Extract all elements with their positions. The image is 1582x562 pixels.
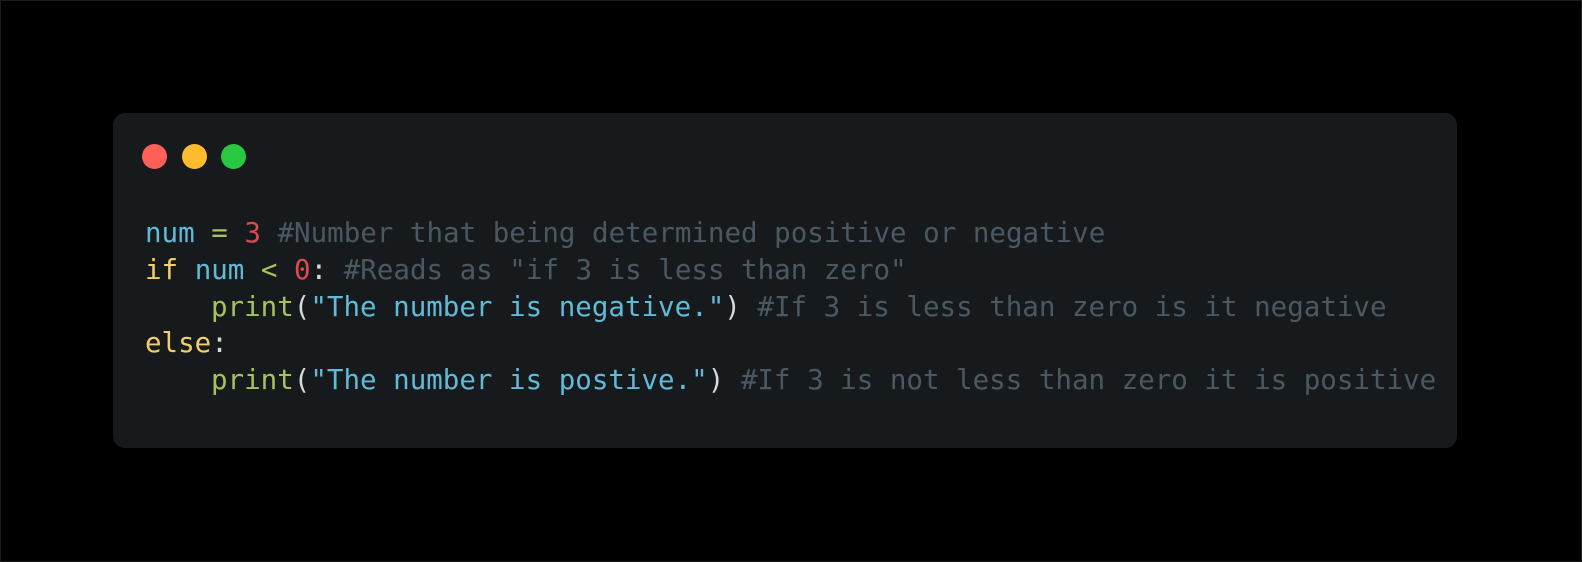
token-keyword: if: [145, 253, 179, 286]
token-punctuation: (: [293, 364, 311, 397]
token-punctuation: :: [211, 327, 228, 360]
screenshot-frame: num = 3 #Number that being determined po…: [0, 0, 1582, 562]
token-punctuation: :: [310, 253, 328, 286]
token-function: print: [211, 290, 294, 323]
token-keyword: else: [145, 327, 212, 360]
token-number: 0: [294, 253, 311, 286]
token-number: 3: [244, 217, 261, 249]
code-line-2: if num < 0: #Reads as "if 3 is less than…: [145, 252, 1436, 289]
code-line-3: print("The number is negative.") #If 3 i…: [145, 289, 1436, 326]
token-identifier: num: [145, 217, 195, 249]
token-operator: =: [194, 217, 245, 249]
token-string: "The number is negative.": [310, 290, 725, 323]
code-block: num = 3 #Number that being determined po…: [145, 215, 1436, 399]
token-punctuation: ): [724, 290, 741, 323]
token-string: "The number is postive.": [310, 364, 708, 397]
token-punctuation: (: [293, 290, 311, 323]
token-comment: #If 3 is less than zero is it negative: [740, 290, 1387, 323]
token-comment: #Reads as "if 3 is less than zero": [327, 253, 907, 286]
code-line-1: num = 3 #Number that being determined po…: [145, 215, 1436, 252]
code-window: num = 3 #Number that being determined po…: [113, 113, 1457, 448]
code-line-5: print("The number is postive.") #If 3 is…: [145, 362, 1436, 399]
maximize-dot-icon[interactable]: [221, 144, 246, 169]
token-comment: #Number that being determined positive o…: [260, 217, 1106, 249]
token-punctuation: ): [707, 364, 725, 397]
token-comment: #If 3 is not less than zero it is positi…: [724, 364, 1437, 397]
token-operator: <: [244, 253, 295, 286]
token-function: print: [211, 364, 294, 397]
minimize-dot-icon[interactable]: [182, 144, 207, 169]
close-dot-icon[interactable]: [142, 144, 167, 169]
code-line-4: else:: [145, 325, 1436, 362]
token-identifier: num: [194, 253, 245, 286]
